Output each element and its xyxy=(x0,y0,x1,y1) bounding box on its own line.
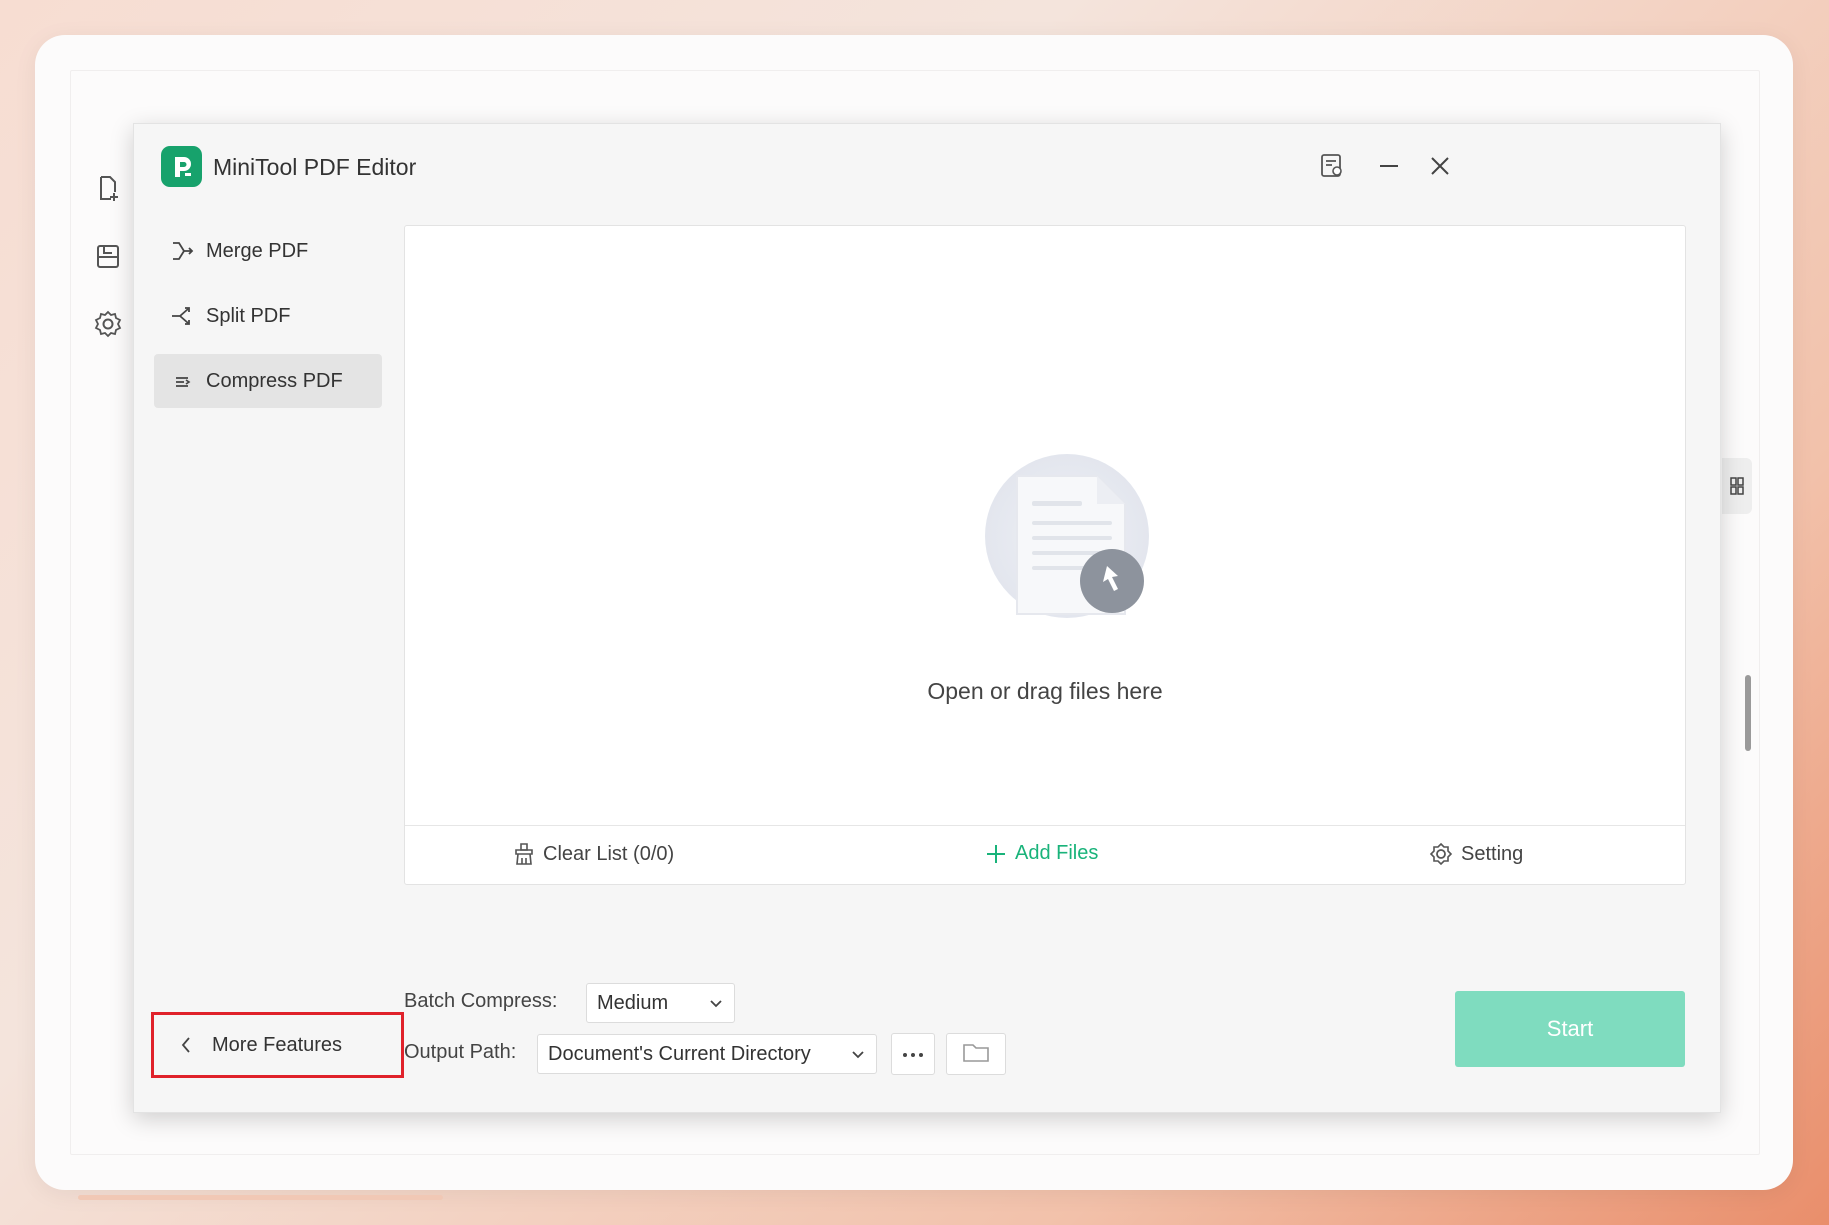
document-upload-illustration xyxy=(977,451,1167,641)
clear-list-button[interactable]: Clear List (0/0) xyxy=(513,842,674,866)
output-path-select[interactable]: Document's Current Directory xyxy=(537,1034,877,1074)
feedback-icon[interactable] xyxy=(1312,146,1352,186)
batch-compress-value: Medium xyxy=(597,991,669,1014)
split-icon xyxy=(168,302,196,330)
background-sidebar xyxy=(90,170,130,374)
output-path-label: Output Path: xyxy=(404,1041,517,1063)
file-drop-area[interactable]: Open or drag files here Clear List (0/0)… xyxy=(404,225,1686,885)
chevron-left-icon xyxy=(180,1036,192,1054)
compress-icon xyxy=(168,367,196,395)
open-folder-button[interactable] xyxy=(946,1033,1006,1075)
document-icon[interactable] xyxy=(90,238,126,274)
setting-button[interactable]: Setting xyxy=(1429,842,1523,866)
ellipsis-icon xyxy=(902,1045,924,1063)
nav-item-merge-pdf[interactable]: Merge PDF xyxy=(154,224,382,278)
grid-view-icon[interactable] xyxy=(1722,458,1752,514)
nav-label: Merge PDF xyxy=(206,239,309,262)
plus-icon xyxy=(985,843,1007,865)
titlebar: MiniTool PDF Editor xyxy=(134,124,1720,204)
app-title: MiniTool PDF Editor xyxy=(213,154,417,180)
more-features-button[interactable]: More Features xyxy=(151,1012,404,1078)
tool-nav: Merge PDF Split PDF Compress PDF xyxy=(154,224,382,419)
add-document-icon[interactable] xyxy=(90,170,126,206)
folder-icon xyxy=(962,1041,990,1068)
file-toolbar: Clear List (0/0) Add Files Setting xyxy=(405,825,1685,884)
nav-label: Split PDF xyxy=(206,304,291,327)
minimize-icon[interactable] xyxy=(1369,146,1409,186)
settings-gear-icon[interactable] xyxy=(90,306,126,342)
more-features-label: More Features xyxy=(212,1033,343,1056)
setting-label: Setting xyxy=(1461,842,1524,865)
progress-line xyxy=(78,1195,443,1200)
nav-label: Compress PDF xyxy=(206,369,343,392)
scrollbar[interactable] xyxy=(1745,675,1751,751)
add-files-button[interactable]: Add Files xyxy=(985,842,1098,865)
batch-compress-label: Batch Compress: xyxy=(404,990,558,1012)
drop-hint-text: Open or drag files here xyxy=(927,678,1163,704)
broom-icon xyxy=(513,842,535,866)
close-icon[interactable] xyxy=(1420,146,1460,186)
start-button[interactable]: Start xyxy=(1455,991,1685,1067)
pdf-tool-dialog: MiniTool PDF Editor Merge PDF Split PDF xyxy=(133,123,1721,1113)
settings-gear-icon xyxy=(1429,842,1453,866)
merge-icon xyxy=(168,237,196,265)
app-logo-icon xyxy=(161,146,202,187)
chevron-down-icon xyxy=(850,1046,866,1069)
output-path-value: Document's Current Directory xyxy=(548,1042,811,1065)
browse-more-button[interactable] xyxy=(891,1033,935,1075)
nav-item-compress-pdf[interactable]: Compress PDF xyxy=(154,354,382,408)
add-files-label: Add Files xyxy=(1015,842,1099,864)
batch-compress-select[interactable]: Medium xyxy=(586,983,735,1023)
chevron-down-icon xyxy=(708,995,724,1018)
nav-item-split-pdf[interactable]: Split PDF xyxy=(154,289,382,343)
clear-list-label: Clear List (0/0) xyxy=(543,842,675,865)
